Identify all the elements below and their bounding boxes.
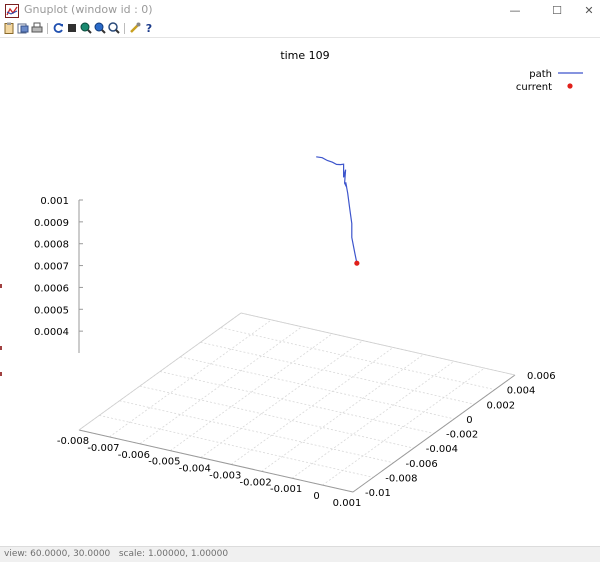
plot-area[interactable]: -0.008 -0.007 -0.006 -0.005 -0.004 -0.003 -0.0… xyxy=(0,38,600,546)
z-tick-label: 0.0008 xyxy=(34,240,69,251)
printer-setup-icon[interactable] xyxy=(31,22,43,34)
window-title: Gnuplot (window id : 0) xyxy=(24,3,153,16)
x-tick-label: -0.001 xyxy=(270,484,302,495)
autoscale-icon[interactable] xyxy=(108,22,120,34)
replot-icon[interactable] xyxy=(52,22,64,34)
minimize-button[interactable]: — xyxy=(498,0,532,20)
gnuplot-app-icon xyxy=(5,3,19,18)
grid-line-y xyxy=(159,371,435,434)
edge-artifact xyxy=(0,372,2,376)
toolbar-separator xyxy=(47,23,48,34)
close-button[interactable]: ✕ xyxy=(572,0,600,20)
z-tick-label: 0.0009 xyxy=(34,218,69,229)
x-axis-line xyxy=(78,429,354,493)
series-point-current xyxy=(354,260,360,266)
legend-swatch-current xyxy=(567,83,573,89)
series-layer xyxy=(316,156,360,266)
y-tick-label: 0.002 xyxy=(487,400,516,411)
status-text: view: 60.0000, 30.0000 scale: 1.00000, 1… xyxy=(4,549,229,559)
z-tick-label: 0.001 xyxy=(40,196,69,207)
z-tick-label: 0.0007 xyxy=(34,262,69,273)
legend-label-path: path xyxy=(529,69,552,80)
grid-line-x xyxy=(261,354,424,472)
x-tick-label: -0.004 xyxy=(179,464,211,475)
series-line-path xyxy=(316,156,358,264)
z-tick-label: 0.0005 xyxy=(34,305,69,316)
grid-icon[interactable] xyxy=(66,22,78,34)
grid-layer xyxy=(78,312,516,493)
grid-line-y xyxy=(180,356,455,420)
y-tick-label: -0.006 xyxy=(406,459,438,470)
base-edge-line xyxy=(240,312,516,376)
x-tick-label: 0 xyxy=(313,491,319,502)
x-tick-label: -0.003 xyxy=(209,470,241,481)
x-tick-label: -0.007 xyxy=(87,443,119,454)
y-tick-label: 0 xyxy=(466,415,472,426)
plot-canvas: -0.008-0.007-0.006-0.005-0.004-0.003-0.0… xyxy=(34,49,583,509)
x-tick-label: -0.006 xyxy=(118,450,150,461)
y-tick-label: -0.004 xyxy=(426,444,458,455)
edge-artifact xyxy=(0,284,2,288)
grid-line-y xyxy=(119,400,394,464)
status-bar: view: 60.0000, 30.0000 scale: 1.00000, 1… xyxy=(0,546,600,562)
grid-line-y xyxy=(200,341,475,405)
legend-label-current: current xyxy=(516,82,552,93)
edge-artifact xyxy=(0,346,2,350)
y-tick-label: -0.002 xyxy=(446,430,478,441)
maximize-button[interactable]: ☐ xyxy=(540,0,574,20)
x-tick-label: -0.005 xyxy=(148,457,180,468)
base-edge-line xyxy=(78,312,242,431)
title-bar[interactable]: Gnuplot (window id : 0) — ☐ ✕ xyxy=(0,0,600,20)
chart-title: time 109 xyxy=(280,49,329,62)
y-tick-label: 0.004 xyxy=(507,386,536,397)
x-tick-label: -0.002 xyxy=(240,477,272,488)
tick-layer: -0.008-0.007-0.006-0.005-0.004-0.003-0.0… xyxy=(34,196,556,509)
x-tick-label: 0.001 xyxy=(333,498,362,509)
toolbar: ? xyxy=(0,20,600,38)
chart-legend: path current xyxy=(516,69,583,93)
y-tick-label: 0.006 xyxy=(527,371,556,382)
grid-line-y xyxy=(220,327,495,391)
grid-line-y xyxy=(99,414,374,478)
x-tick-label: -0.008 xyxy=(57,436,89,447)
toolbar-separator xyxy=(124,23,125,34)
help-icon[interactable]: ? xyxy=(143,22,155,35)
zoom-previous-icon[interactable] xyxy=(80,22,92,34)
z-tick-label: 0.0006 xyxy=(34,283,69,294)
z-tick-label: 0.0004 xyxy=(34,327,69,338)
copy-clipboard-icon[interactable] xyxy=(3,22,15,34)
print-icon[interactable] xyxy=(17,22,29,34)
y-axis-line xyxy=(352,374,516,493)
options-icon[interactable] xyxy=(129,22,141,34)
zoom-next-icon[interactable] xyxy=(94,22,106,34)
grid-line-y xyxy=(139,385,414,449)
y-tick-label: -0.01 xyxy=(365,488,391,499)
grid-line-x xyxy=(109,319,272,438)
y-tick-label: -0.008 xyxy=(385,473,417,484)
grid-line-x xyxy=(139,326,303,445)
